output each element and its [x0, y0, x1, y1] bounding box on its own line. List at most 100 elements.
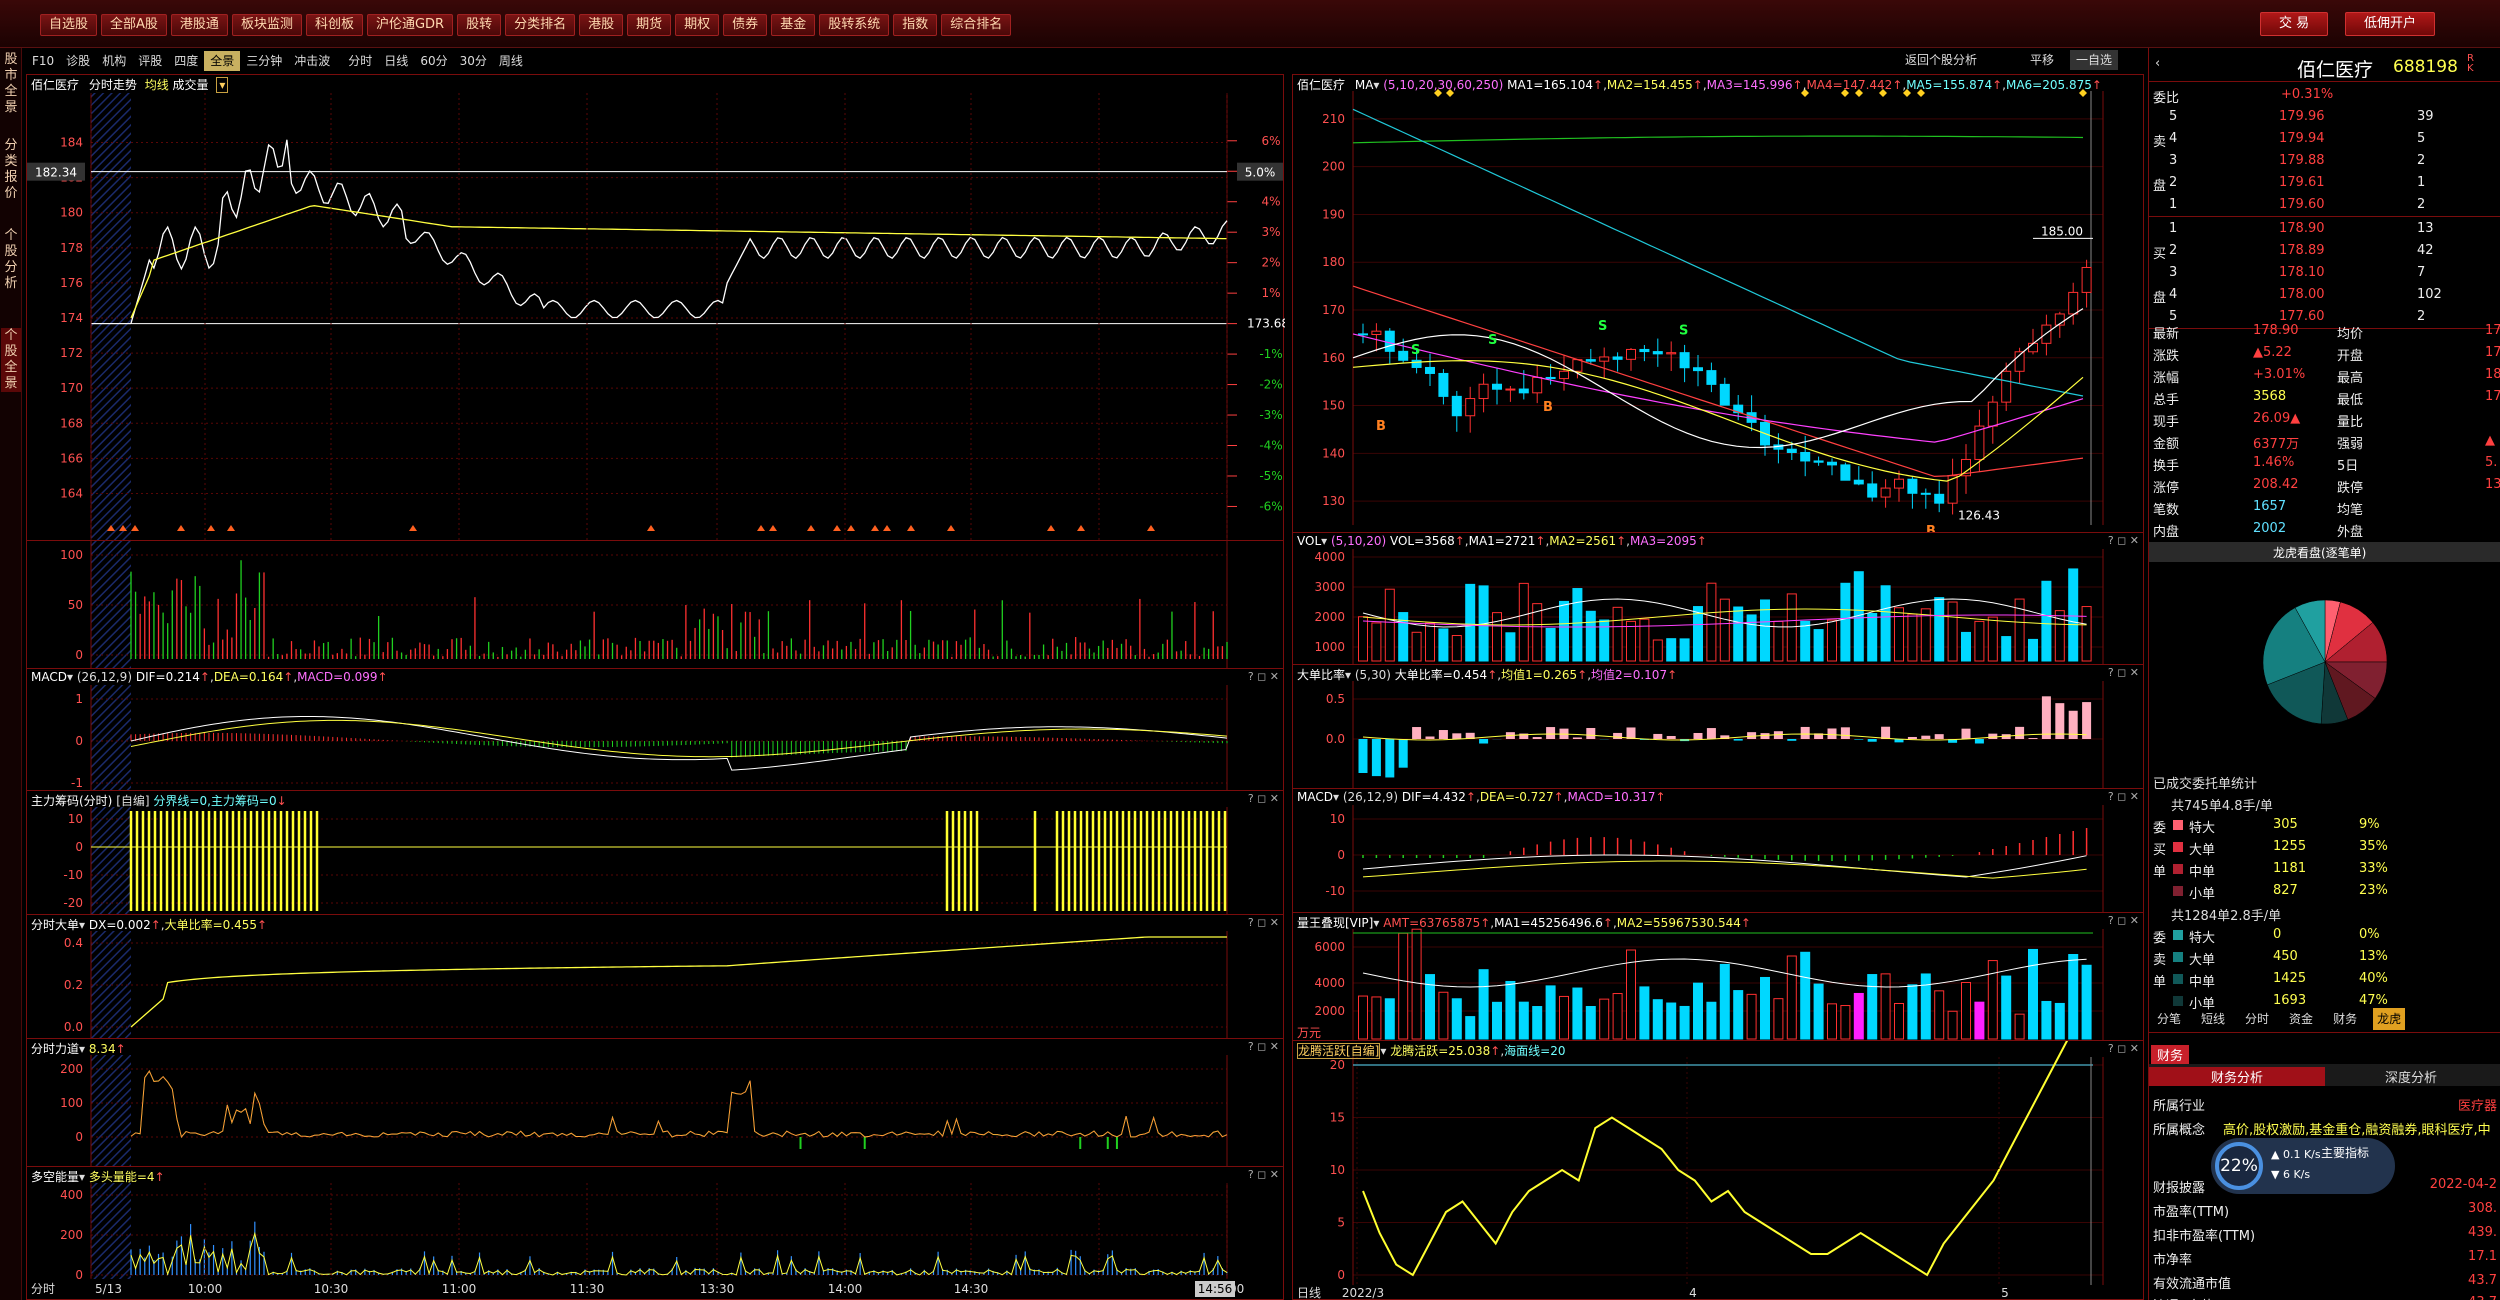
panel-controls-icon[interactable]: ? ◻ ✕ — [2108, 1042, 2139, 1055]
vtab-category-quote[interactable]: 分类报价 — [1, 138, 21, 202]
finance-tab[interactable]: 财务 — [2151, 1045, 2190, 1064]
vtab-market-overview[interactable]: 股市全景 — [1, 52, 21, 116]
back-to-analysis-button[interactable]: 返回个股分析 — [1905, 50, 1977, 70]
trade-button[interactable]: 交 易 — [2260, 12, 2329, 36]
buy-signal: B — [1376, 419, 1386, 434]
kline-big-order-panel[interactable]: 大单比率▾ (5,30) 大单比率=0.454↑,均值1=0.265↑,均值2=… — [1292, 664, 2144, 791]
kline-volume-panel[interactable]: VOL▾ (5,10,20) VOL=3568↑,MA1=2721↑,MA2=2… — [1292, 532, 2144, 667]
toolbar-button[interactable]: 冲击波 — [288, 51, 336, 71]
toolbar-button[interactable]: 三分钟 — [240, 51, 288, 71]
quote-tab[interactable]: 资金 — [2285, 1008, 2317, 1030]
top-menu-item[interactable]: 期权 — [675, 14, 720, 36]
kvol-bar — [1438, 628, 1449, 662]
toolbar-button[interactable]: F10 — [26, 51, 60, 71]
open-account-button[interactable]: 低佣开户 — [2345, 12, 2436, 36]
volume-king-panel[interactable]: 量王叠现[VIP]▾ AMT=63765875↑,MA1=45256496.6↑… — [1292, 912, 2144, 1043]
panel-controls-icon[interactable]: ? ◻ ✕ — [2108, 534, 2139, 547]
big-order-panel[interactable]: 分时大单▾ DX=0.002↑,大单比率=0.455↑ ? ◻ ✕ 0.4 0.2… — [26, 914, 1284, 1041]
toolbar-button[interactable]: 60分 — [414, 51, 453, 71]
kvol-bar — [1880, 585, 1891, 662]
panel-controls-icon[interactable]: ? ◻ ✕ — [2108, 790, 2139, 803]
top-menu-item[interactable]: 港股 — [579, 14, 624, 36]
quote-tab[interactable]: 分笔 — [2153, 1008, 2185, 1030]
intraday-macd-title: MACD▾ (26,12,9) DIF=0.214↑,DEA=0.164↑,MA… — [31, 670, 388, 684]
kwang-bar — [1585, 1006, 1596, 1040]
kline-macd-panel[interactable]: MACD▾ (26,12,9) DIF=4.432↑,DEA=-0.727↑,M… — [1292, 788, 2144, 915]
dragon-active-panel[interactable]: 龙腾活跃[自编]▾ 龙腾活跃=25.038↑,海面线=20 ? ◻ ✕ 20 15… — [1292, 1040, 2144, 1300]
pan-button[interactable]: 平移 — [2030, 50, 2054, 70]
finance-row: 有效流通市值 43.7 — [2153, 1273, 2497, 1292]
toolbar-button[interactable]: 分时 — [342, 51, 378, 71]
back-arrow-icon[interactable]: ‹ — [2155, 56, 2160, 71]
panel-controls-icon[interactable]: ? ◻ ✕ — [1248, 792, 1279, 805]
panel-controls-icon[interactable]: ? ◻ ✕ — [1248, 1040, 1279, 1053]
force-panel[interactable]: 分时力道▾ 8.34↑ ? ◻ ✕ 200 100 0 — [26, 1038, 1284, 1169]
top-menu-item[interactable]: 港股通 — [170, 14, 228, 36]
chip-tick-label: 10 — [68, 812, 83, 826]
vtab-stock-analysis[interactable]: 个股分析 — [1, 228, 21, 292]
kline-tick-label: 180 — [1322, 255, 1345, 269]
kwang-bar — [1559, 995, 1569, 1040]
top-menu-item[interactable]: 科创板 — [305, 14, 363, 36]
ask-row: 盘 2 179.61 1 — [2153, 175, 2426, 194]
quote-tab[interactable]: 龙虎 — [2373, 1008, 2406, 1030]
top-menu-item[interactable]: 股转 — [457, 14, 502, 36]
toolbar-button[interactable]: 日线 — [378, 51, 414, 71]
top-menu-item[interactable]: 债券 — [723, 14, 768, 36]
toolbar-button[interactable]: 30分 — [454, 51, 493, 71]
signal-marker — [947, 525, 955, 531]
intraday-macd-panel[interactable]: MACD▾ (26,12,9) DIF=0.214↑,DEA=0.164↑,MA… — [26, 668, 1284, 793]
signal-marker — [807, 525, 815, 531]
top-menu-item[interactable]: 指数 — [893, 14, 938, 36]
panel-controls-icon[interactable]: ? ◻ ✕ — [1248, 916, 1279, 929]
network-gauge: 22% — [2215, 1142, 2263, 1190]
top-menu-item[interactable]: 股转系统 — [819, 14, 890, 36]
candle-body — [1465, 398, 1476, 417]
top-menu-item[interactable]: 基金 — [771, 14, 816, 36]
panel-controls-icon[interactable]: ? ◻ ✕ — [2108, 666, 2139, 679]
finance-analysis-tab[interactable]: 财务分析 — [2149, 1067, 2325, 1086]
panel-controls-icon[interactable]: ? ◻ ✕ — [1248, 1168, 1279, 1181]
panel-controls-icon[interactable]: ? ◻ ✕ — [2108, 914, 2139, 927]
kline-chart-panel[interactable]: 佰仁医疗 MA▾ (5,10,20,30,60,250) MA1=165.104… — [1292, 74, 2144, 535]
kwang-bar — [1934, 990, 1945, 1040]
kbig-bar — [1733, 739, 1743, 741]
panel-controls-icon[interactable]: ? ◻ ✕ — [1248, 670, 1279, 683]
main-chip-panel[interactable]: 主力筹码(分时) [自编] 分界线=0,主力筹码=0↓ ? ◻ ✕ 10 0 -10… — [26, 790, 1284, 917]
quote-tab[interactable]: 短线 — [2197, 1008, 2229, 1030]
big-tick-label: 0.2 — [64, 978, 83, 992]
finance-row: 所属概念 高价,股权激励,基金重仓,融资融券,眼科医疗,中 — [2153, 1123, 2491, 1138]
pre-open-area — [91, 685, 131, 793]
top-menu-item[interactable]: 沪伦通GDR — [366, 14, 454, 36]
candle-body — [1679, 352, 1690, 369]
kwang-bar — [2014, 1013, 2025, 1040]
kvol-bar — [1505, 632, 1516, 662]
deep-analysis-tab[interactable]: 深度分析 — [2385, 1067, 2437, 1086]
stat-row: 涨停 208.42 跌停 13 — [2153, 477, 2500, 496]
toolbar-button[interactable]: 评股 — [132, 51, 168, 71]
intraday-chart-panel[interactable]: 佰仁医疗 分时走势 均线 成交量 ▾ 184182180178176174172… — [26, 74, 1285, 542]
toolbar-button[interactable]: 全景 — [204, 51, 241, 71]
quote-tab[interactable]: 财务 — [2329, 1008, 2361, 1030]
quote-tab[interactable]: 分时 — [2241, 1008, 2273, 1030]
vtab-stock-overview[interactable]: 个股全景 — [1, 328, 21, 392]
pct-tick-label: -1% — [1259, 347, 1282, 361]
toolbar-button[interactable]: 四度 — [168, 51, 204, 71]
top-menu-item[interactable]: 综合排名 — [941, 14, 1012, 36]
kline-tick-label: 130 — [1322, 494, 1345, 508]
candle-body — [1478, 383, 1489, 400]
long-short-panel[interactable]: 多空能量▾ 多头量能=4↑ ? ◻ ✕ 400 200 0 5/13 10:00 10:3… — [26, 1166, 1284, 1300]
top-menu-item[interactable]: 板块监测 — [231, 14, 302, 36]
top-menu-item[interactable]: 全部A股 — [101, 14, 167, 36]
intraday-volume-panel[interactable]: 100 50 0 — [26, 540, 1284, 670]
toolbar-button[interactable]: 机构 — [96, 51, 132, 71]
top-menu-item[interactable]: 期货 — [627, 14, 672, 36]
intraday-dropdown-icon[interactable]: ▾ — [216, 77, 229, 93]
toolbar-button[interactable]: 诊股 — [60, 51, 96, 71]
pct-tick-label: -3% — [1259, 408, 1282, 422]
toolbar-button[interactable]: 周线 — [493, 51, 529, 71]
top-menu-item[interactable]: 自选股 — [40, 14, 98, 36]
top-menu-item[interactable]: 分类排名 — [505, 14, 576, 36]
watchlist-dropdown[interactable]: 一自选 — [2070, 50, 2119, 70]
big-order-chart: 0.4 0.2 0.0 — [64, 931, 1228, 1041]
